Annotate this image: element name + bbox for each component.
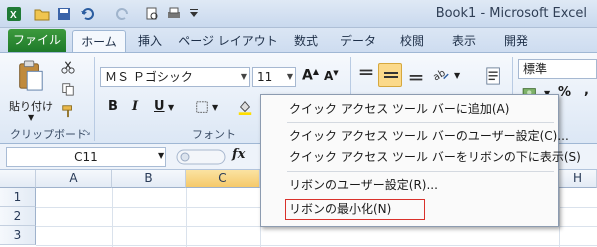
paste-dropdown-icon[interactable]: ▼ [28, 113, 34, 122]
tab-data[interactable]: データ [336, 30, 380, 53]
select-all-corner[interactable] [0, 170, 36, 188]
insert-function-icon[interactable]: fx [232, 147, 245, 162]
column-header-b[interactable]: B [112, 170, 186, 188]
grid-line [112, 188, 113, 247]
orientation-icon[interactable]: ab [430, 65, 452, 85]
title-bar: X Book1 - Microsoft Excel [0, 0, 597, 28]
clipboard-group-label: クリップボード [10, 128, 87, 141]
cut-icon[interactable] [60, 59, 76, 75]
row-header-3[interactable]: 3 [0, 226, 36, 245]
font-name-value: ＭＳ Ｐゴシック [105, 70, 193, 84]
group-divider [94, 57, 95, 141]
menu-item-customize-ribbon[interactable]: リボンのユーザー設定(R)... [289, 175, 438, 195]
percent-style-button[interactable]: % [558, 85, 571, 100]
row-header-2[interactable]: 2 [0, 207, 36, 226]
align-middle-button[interactable] [378, 63, 402, 87]
bold-button[interactable]: B [108, 99, 118, 114]
tab-file[interactable]: ファイル [8, 29, 66, 52]
underline-dropdown-icon[interactable]: ▼ [168, 103, 174, 112]
tab-page-layout[interactable]: ページ レイアウト [178, 30, 278, 53]
orientation-dropdown-icon[interactable]: ▼ [454, 71, 460, 80]
number-format-value: 標準 [523, 62, 548, 76]
font-name-dropdown-icon[interactable]: ▼ [241, 68, 247, 86]
tab-insert[interactable]: 挿入 [130, 30, 170, 53]
tab-formulas[interactable]: 数式 [286, 30, 326, 53]
customize-qat-dropdown-icon[interactable] [186, 6, 202, 22]
ribbon-context-menu: クイック アクセス ツール バーに追加(A) クイック アクセス ツール バーの… [260, 94, 581, 227]
copy-icon[interactable] [60, 81, 76, 97]
underline-button[interactable]: U [154, 99, 165, 114]
number-format-combo[interactable]: 標準 [518, 59, 597, 79]
clipboard-launcher-icon[interactable]: ↘ [84, 128, 91, 137]
tab-review[interactable]: 校閲 [392, 30, 432, 53]
menu-item-add-to-qat[interactable]: クイック アクセス ツール バーに追加(A) [289, 99, 509, 119]
menu-separator [287, 122, 554, 123]
wrap-text-icon[interactable] [484, 65, 504, 87]
print-icon[interactable] [166, 6, 182, 22]
svg-text:ab: ab [431, 68, 447, 84]
shrink-font-icon[interactable]: A▼ [324, 69, 339, 83]
align-middle-icon [384, 72, 398, 78]
menu-item-minimize-ribbon[interactable]: リボンの最小化(N) [289, 199, 391, 219]
font-size-combo[interactable]: 11 ▼ [252, 67, 296, 87]
save-icon[interactable] [56, 6, 72, 22]
svg-text:X: X [10, 10, 17, 21]
font-name-combo[interactable]: ＭＳ Ｐゴシック ▼ [100, 67, 250, 87]
paste-icon[interactable] [14, 59, 46, 93]
grid-line [559, 188, 560, 247]
column-header-a[interactable]: A [36, 170, 112, 188]
grid-line [36, 245, 597, 246]
font-group-label: フォント [192, 128, 236, 141]
menu-item-customize-qat[interactable]: クイック アクセス ツール バーのユーザー設定(C)... [289, 126, 569, 146]
align-top-icon[interactable] [356, 65, 376, 85]
open-folder-icon[interactable] [34, 6, 50, 22]
borders-icon[interactable] [194, 99, 210, 115]
column-header-h[interactable]: H [559, 170, 597, 188]
window-title: Book1 - Microsoft Excel [435, 6, 587, 21]
grid-line [186, 188, 187, 247]
menu-item-show-qat-below-ribbon[interactable]: クイック アクセス ツール バーをリボンの下に表示(S) [289, 147, 581, 167]
ribbon-tabs: ファイル ホーム 挿入 ページ レイアウト 数式 データ 校閲 表示 開発 [0, 28, 597, 53]
font-size-dropdown-icon[interactable]: ▼ [287, 68, 293, 86]
tab-view[interactable]: 表示 [444, 30, 484, 53]
comma-style-button[interactable]: , [584, 83, 589, 98]
print-preview-icon[interactable] [144, 6, 160, 22]
fill-color-icon[interactable] [236, 97, 254, 117]
italic-button[interactable]: I [132, 99, 138, 114]
undo-icon[interactable] [80, 6, 96, 22]
align-bottom-icon[interactable] [406, 65, 426, 85]
borders-dropdown-icon[interactable]: ▼ [212, 103, 218, 112]
font-size-value: 11 [257, 70, 273, 84]
redo-icon[interactable] [114, 6, 130, 22]
excel-app-icon[interactable]: X [6, 6, 22, 22]
tab-home[interactable]: ホーム [72, 30, 126, 53]
menu-separator [287, 171, 554, 172]
column-header-c[interactable]: C [186, 170, 260, 188]
tab-developer[interactable]: 開発 [496, 30, 536, 53]
format-painter-icon[interactable] [60, 103, 76, 119]
name-box[interactable]: C11 [6, 147, 166, 167]
name-box-dropdown-icon[interactable]: ▼ [158, 151, 164, 160]
row-header-1[interactable]: 1 [0, 188, 36, 207]
formula-bar-resize-handle[interactable] [176, 147, 226, 167]
grow-font-icon[interactable]: A▲ [302, 67, 319, 84]
